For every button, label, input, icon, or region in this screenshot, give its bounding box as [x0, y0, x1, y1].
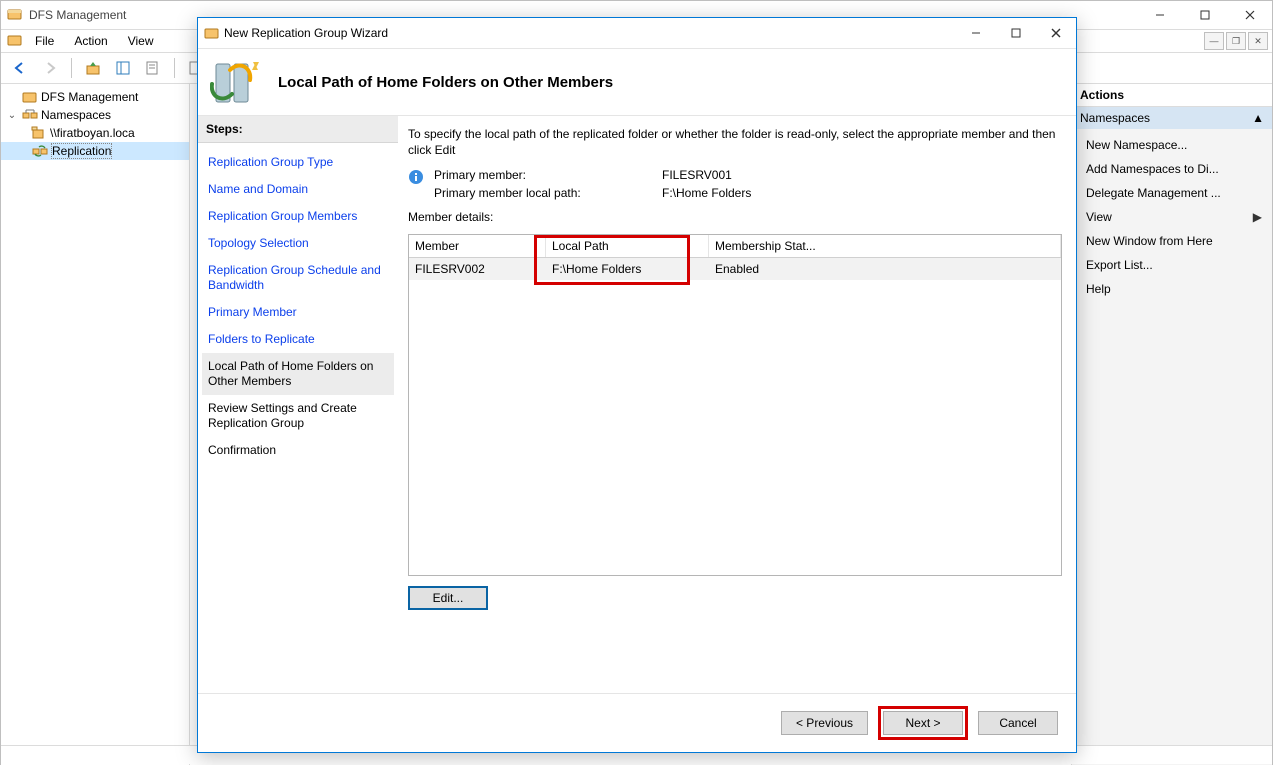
- up-button[interactable]: [80, 55, 106, 81]
- mdi-close-button[interactable]: ✕: [1248, 32, 1268, 50]
- action-new-namespace[interactable]: New Namespace...: [1072, 133, 1272, 157]
- tree-namespace-item-label: \\firatboyan.loca: [50, 126, 135, 140]
- dialog-maximize-button[interactable]: [996, 18, 1036, 48]
- namespace-icon: [22, 107, 38, 123]
- primary-info: Primary member: FILESRV001 Primary membe…: [408, 168, 1062, 200]
- mdi-minimize-button[interactable]: —: [1204, 32, 1224, 50]
- actions-section-label: Namespaces: [1080, 111, 1150, 125]
- member-details-table[interactable]: Member Local Path Membership Stat... FIL…: [409, 235, 1061, 280]
- actions-pane: Actions Namespaces ▲ New Namespace... Ad…: [1071, 84, 1272, 765]
- cell-member: FILESRV002: [409, 258, 546, 281]
- wizard-dialog: New Replication Group Wizard Local Path …: [197, 17, 1077, 753]
- value-primary-path: F:\Home Folders: [662, 186, 751, 200]
- edit-button[interactable]: Edit...: [408, 586, 488, 610]
- steps-label: Steps:: [198, 116, 398, 143]
- chevron-right-icon: ▶: [1253, 210, 1262, 224]
- collapse-icon[interactable]: ▲: [1252, 111, 1264, 125]
- cell-status: Enabled: [709, 258, 1061, 281]
- col-status[interactable]: Membership Stat...: [709, 235, 1061, 258]
- label-primary-member: Primary member:: [434, 168, 654, 182]
- action-delegate[interactable]: Delegate Management ...: [1072, 181, 1272, 205]
- maximize-button[interactable]: [1182, 1, 1227, 29]
- value-primary-member: FILESRV001: [662, 168, 751, 182]
- expand-collapse-icon[interactable]: ⌄: [5, 110, 19, 121]
- wizard-banner: Local Path of Home Folders on Other Memb…: [198, 49, 1076, 116]
- tree-namespaces-label: Namespaces: [41, 108, 111, 122]
- tree-pane[interactable]: DFS Management ⌄ Namespaces \\firatboyan…: [1, 84, 190, 765]
- highlight-next: Next >: [878, 706, 968, 740]
- menu-view[interactable]: View: [120, 32, 162, 50]
- forward-button[interactable]: [37, 55, 63, 81]
- dialog-title: New Replication Group Wizard: [220, 26, 956, 40]
- info-icon: [408, 169, 424, 185]
- tree-namespaces[interactable]: ⌄ Namespaces: [1, 106, 189, 124]
- show-hide-tree-button[interactable]: [110, 55, 136, 81]
- dialog-close-button[interactable]: [1036, 18, 1076, 48]
- step-name-and-domain[interactable]: Name and Domain: [202, 176, 394, 203]
- col-local-path[interactable]: Local Path: [546, 235, 709, 258]
- app-icon: [7, 7, 23, 23]
- menu-file[interactable]: File: [27, 32, 62, 50]
- member-details-label: Member details:: [408, 210, 1062, 224]
- menu-app-icon: [7, 33, 23, 49]
- wizard-content: To specify the local path of the replica…: [398, 116, 1076, 693]
- mdi-controls: — ❐ ✕: [1204, 32, 1272, 50]
- window-controls: [1137, 1, 1272, 29]
- step-topology-selection[interactable]: Topology Selection: [202, 230, 394, 257]
- dialog-icon: [204, 25, 220, 41]
- dialog-titlebar: New Replication Group Wizard: [198, 18, 1076, 49]
- mdi-restore-button[interactable]: ❐: [1226, 32, 1246, 50]
- action-add-namespaces[interactable]: Add Namespaces to Di...: [1072, 157, 1272, 181]
- step-replication-group-type[interactable]: Replication Group Type: [202, 149, 394, 176]
- step-confirmation: Confirmation: [202, 437, 394, 464]
- wizard-page-title: Local Path of Home Folders on Other Memb…: [278, 74, 613, 91]
- menu-action[interactable]: Action: [66, 32, 115, 50]
- col-member[interactable]: Member: [409, 235, 546, 258]
- actions-section-title[interactable]: Namespaces ▲: [1072, 107, 1272, 129]
- tree-namespace-item[interactable]: \\firatboyan.loca: [1, 124, 189, 142]
- minimize-button[interactable]: [1137, 1, 1182, 29]
- namespace-item-icon: [31, 125, 47, 141]
- step-local-path-other-members: Local Path of Home Folders on Other Memb…: [202, 353, 394, 395]
- wizard-steps-pane: Steps: Replication Group Type Name and D…: [198, 116, 398, 693]
- cell-local-path: F:\Home Folders: [546, 258, 709, 281]
- folder-icon: [22, 89, 38, 105]
- label-primary-path: Primary member local path:: [434, 186, 654, 200]
- tree-root[interactable]: DFS Management: [1, 88, 189, 106]
- wizard-intro-text: To specify the local path of the replica…: [408, 126, 1062, 158]
- main-window: DFS Management File Action View — ❐ ✕ ?: [0, 0, 1273, 765]
- tree-replication[interactable]: Replication: [1, 142, 189, 160]
- member-details-table-wrap: Member Local Path Membership Stat... FIL…: [408, 234, 1062, 576]
- previous-button[interactable]: < Previous: [781, 711, 868, 735]
- next-button[interactable]: Next >: [883, 711, 963, 735]
- action-help[interactable]: Help: [1072, 277, 1272, 301]
- wizard-banner-icon: [210, 56, 262, 108]
- wizard-footer: < Previous Next > Cancel: [198, 693, 1076, 752]
- action-new-window[interactable]: New Window from Here: [1072, 229, 1272, 253]
- step-folders-to-replicate[interactable]: Folders to Replicate: [202, 326, 394, 353]
- action-view[interactable]: View▶: [1072, 205, 1272, 229]
- actions-header: Actions: [1072, 84, 1272, 107]
- step-review: Review Settings and Create Replication G…: [202, 395, 394, 437]
- replication-icon: [32, 143, 48, 159]
- cancel-button[interactable]: Cancel: [978, 711, 1058, 735]
- properties-button[interactable]: [140, 55, 166, 81]
- step-replication-group-members[interactable]: Replication Group Members: [202, 203, 394, 230]
- table-row[interactable]: FILESRV002 F:\Home Folders Enabled: [409, 258, 1061, 281]
- step-primary-member[interactable]: Primary Member: [202, 299, 394, 326]
- dialog-minimize-button[interactable]: [956, 18, 996, 48]
- tree-root-label: DFS Management: [41, 90, 138, 104]
- close-button[interactable]: [1227, 1, 1272, 29]
- back-button[interactable]: [7, 55, 33, 81]
- action-export[interactable]: Export List...: [1072, 253, 1272, 277]
- tree-replication-label: Replication: [51, 143, 112, 159]
- step-schedule-bandwidth[interactable]: Replication Group Schedule and Bandwidth: [202, 257, 394, 299]
